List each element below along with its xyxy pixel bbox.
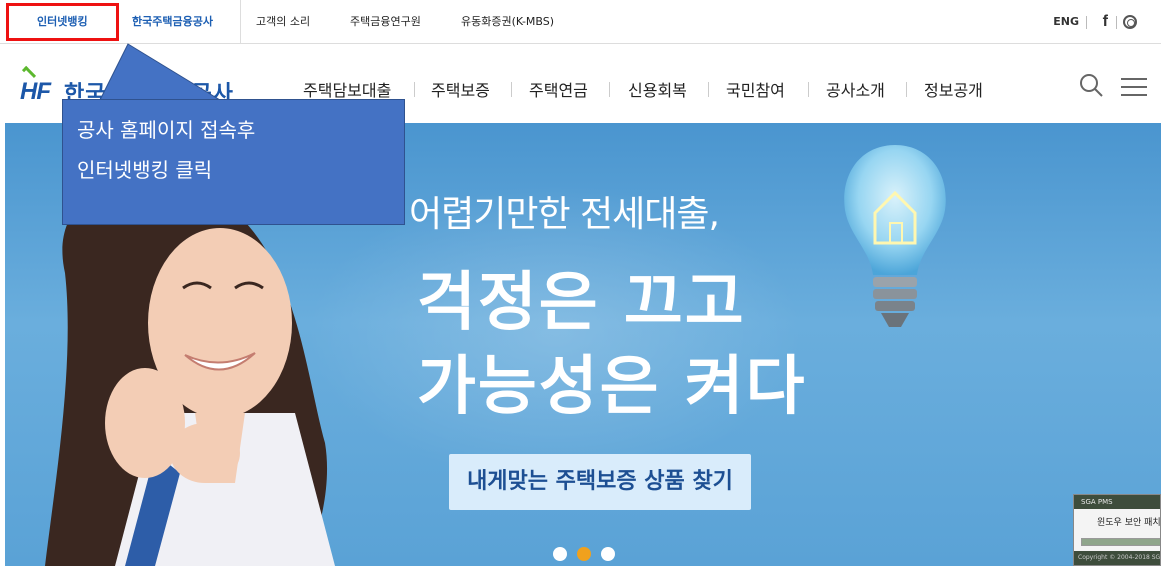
topbar-divider: [1116, 16, 1117, 29]
instagram-icon[interactable]: [1123, 15, 1137, 29]
facebook-icon[interactable]: f: [1103, 13, 1108, 31]
security-patch-popup[interactable]: SGA PMS 윈도우 보안 패치 Copyright © 2004-2018 …: [1073, 494, 1161, 566]
menu-divider: [511, 82, 512, 97]
hamburger-line: [1121, 94, 1147, 96]
menu-disclosure[interactable]: 정보공개: [924, 77, 983, 101]
customer-voice-link[interactable]: 고객의 소리: [256, 0, 310, 44]
menu-about[interactable]: 공사소개: [826, 77, 885, 101]
menu-divider: [708, 82, 709, 97]
popup-message: 윈도우 보안 패치: [1097, 518, 1161, 528]
utility-bar: 인터넷뱅킹 한국주택금융공사 고객의 소리 주택금융연구원 유동화증권(K-MB…: [0, 0, 1161, 44]
menu-pension[interactable]: 주택연금: [529, 77, 588, 101]
hero-headline-2: 가능성은 켜다: [417, 350, 807, 424]
menu-divider: [808, 82, 809, 97]
hamburger-icon[interactable]: [1121, 78, 1147, 98]
hf-logo-mark[interactable]: HF: [20, 65, 51, 106]
lightbulb-icon: [844, 145, 946, 327]
logo-mark-text: HF: [20, 78, 51, 105]
topbar-divider: [1086, 16, 1087, 29]
internet-banking-link[interactable]: 인터넷뱅킹: [6, 3, 119, 41]
topbar-divider: [240, 0, 241, 44]
hf-corporation-link[interactable]: 한국주택금융공사: [132, 0, 213, 44]
hamburger-line: [1121, 86, 1147, 88]
kmbs-link[interactable]: 유동화증권(K-MBS): [461, 0, 554, 44]
menu-participation[interactable]: 국민참여: [726, 77, 785, 101]
research-institute-link[interactable]: 주택금융연구원: [350, 0, 421, 44]
menu-guarantee[interactable]: 주택보증: [431, 77, 490, 101]
popup-progress-fill: [1082, 539, 1160, 545]
popup-footer: Copyright © 2004-2018 SGA: [1074, 551, 1160, 565]
menu-credit-recovery[interactable]: 신용회복: [628, 77, 687, 101]
menu-divider: [609, 82, 610, 97]
slide-dot-1[interactable]: [553, 547, 567, 561]
slide-dot-3[interactable]: [601, 547, 615, 561]
hero-headline-1: 걱정은 끄고: [417, 266, 746, 340]
slide-dot-2[interactable]: [577, 547, 591, 561]
callout-line-1: 공사 홈페이지 접속후: [77, 118, 256, 142]
hero-subtitle: 어렵기만한 전세대출,: [409, 194, 720, 235]
english-link[interactable]: ENG: [1053, 0, 1079, 44]
popup-title: SGA PMS: [1074, 495, 1160, 509]
tutorial-callout: 공사 홈페이지 접속후 인터넷뱅킹 클릭: [62, 99, 405, 225]
menu-divider: [414, 82, 415, 97]
search-icon[interactable]: [1079, 73, 1103, 97]
popup-progress-bar: [1081, 538, 1160, 546]
find-guarantee-button[interactable]: 내게맞는 주택보증 상품 찾기: [449, 454, 751, 510]
menu-divider: [906, 82, 907, 97]
callout-line-2: 인터넷뱅킹 클릭: [77, 158, 213, 182]
hamburger-line: [1121, 78, 1147, 80]
